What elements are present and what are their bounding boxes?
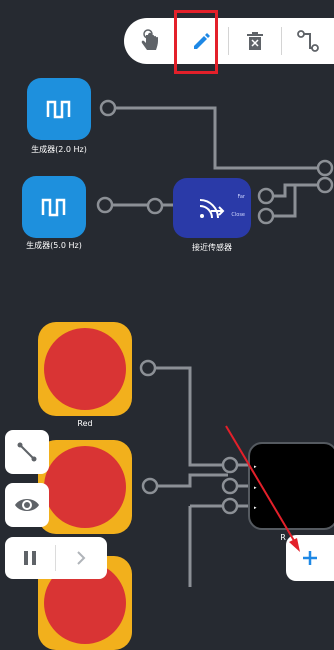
annotation-arrow (225, 425, 300, 552)
